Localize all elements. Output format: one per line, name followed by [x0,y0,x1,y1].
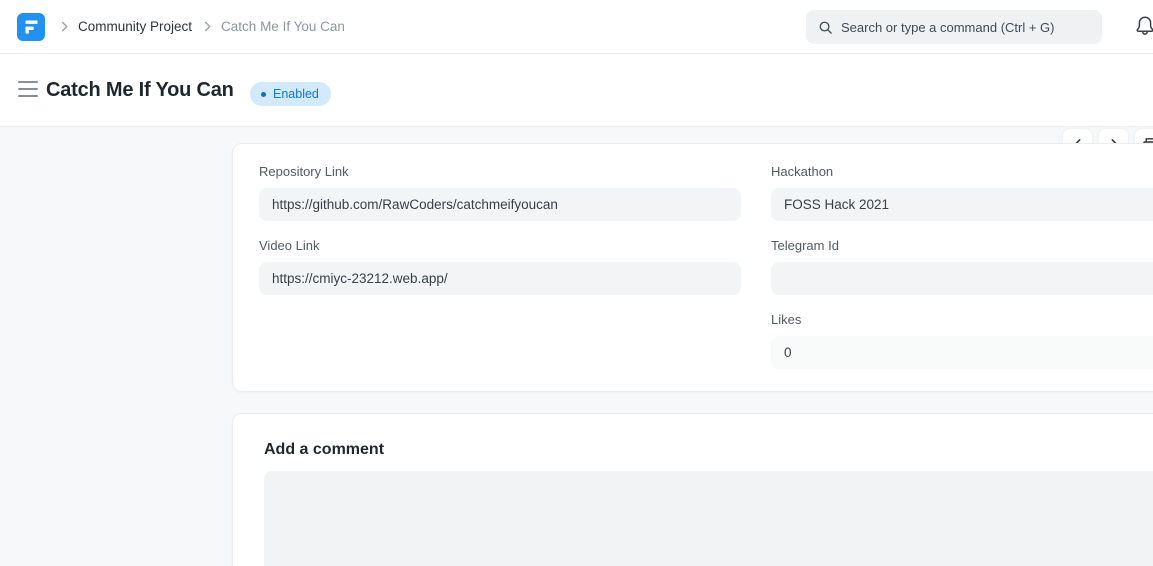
repository-link-input[interactable] [259,188,741,221]
bell-icon[interactable] [1135,15,1153,38]
breadcrumb-community-project[interactable]: Community Project [78,19,192,34]
video-link-input[interactable] [259,262,741,295]
page-title: Catch Me If You Can [46,79,234,102]
telegram-id-label: Telegram Id [771,238,1153,254]
likes-label: Likes [771,312,1153,328]
hackathon-input[interactable] [771,188,1153,221]
status-badge: Enabled [250,82,331,106]
status-label: Enabled [273,87,319,101]
repository-link-label: Repository Link [259,164,741,180]
page-header: Catch Me If You Can Enabled [0,54,1153,127]
status-dot-icon [261,92,266,97]
navbar: Community Project Catch Me If You Can [0,0,1153,54]
form-column-right: Hackathon Telegram Id Likes [771,164,1153,386]
field-telegram-id: Telegram Id [771,238,1153,295]
comment-textarea[interactable] [264,471,1153,566]
search-icon [818,20,833,35]
field-repository-link: Repository Link [259,164,741,221]
hackathon-label: Hackathon [771,164,1153,180]
add-comment-heading: Add a comment [264,441,384,459]
breadcrumb-current-doc: Catch Me If You Can [221,19,345,34]
telegram-id-input[interactable] [771,262,1153,295]
field-hackathon: Hackathon [771,164,1153,221]
chevron-right-icon [200,19,215,34]
video-link-label: Video Link [259,238,741,254]
form-column-left: Repository Link Video Link [259,164,741,312]
document-form-card: Repository Link Video Link Hackathon Tel… [232,143,1153,392]
search-input[interactable] [841,20,1071,35]
likes-input[interactable] [771,336,1153,369]
global-search[interactable] [806,10,1102,44]
field-video-link: Video Link [259,238,741,295]
sidebar-toggle-icon[interactable] [18,81,38,97]
frappe-logo-icon[interactable] [17,13,45,41]
comments-card: Add a comment [232,413,1153,566]
field-likes: Likes [771,312,1153,369]
chevron-right-icon [57,19,72,34]
